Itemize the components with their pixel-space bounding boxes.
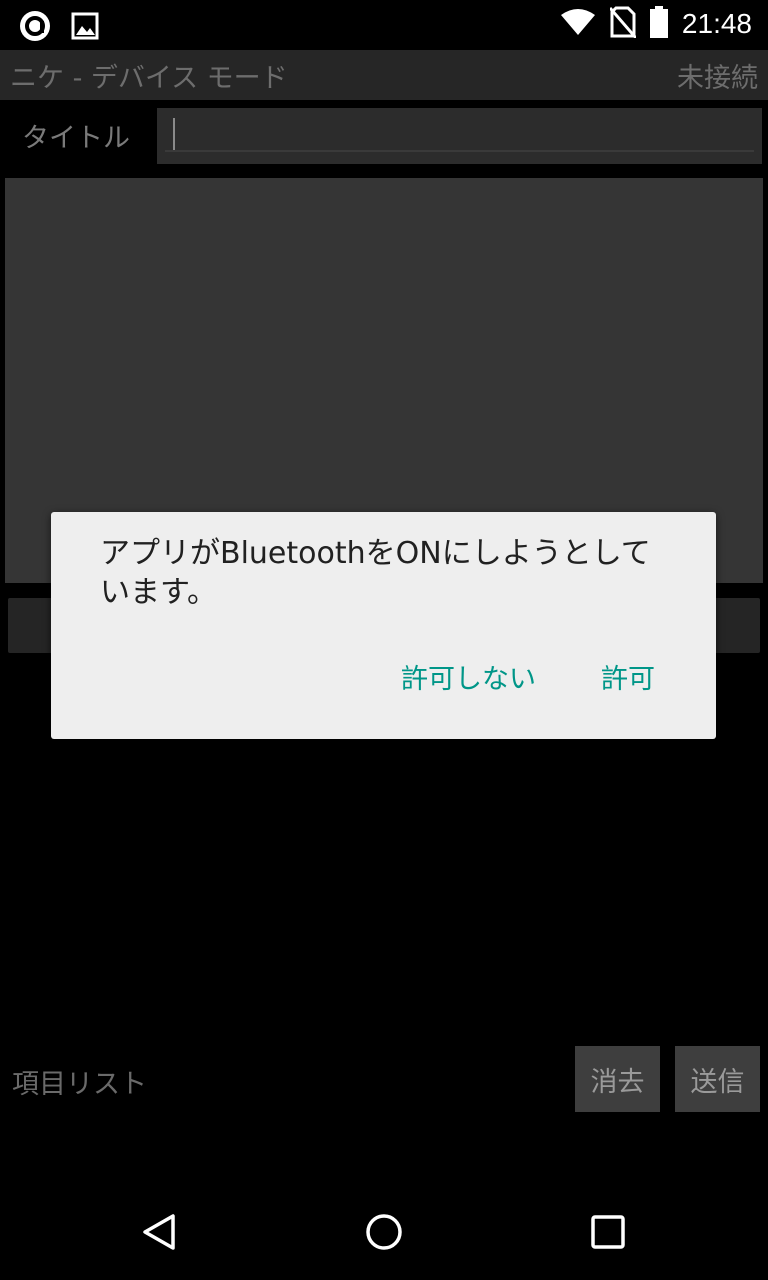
navigation-bar [0,1184,768,1280]
recents-icon [591,1215,625,1249]
send-button[interactable]: 送信 [675,1046,760,1112]
title-input[interactable] [157,108,762,164]
back-icon [143,1214,175,1250]
recents-button[interactable] [560,1184,656,1280]
clock: 21:48 [681,8,752,39]
home-icon [366,1214,402,1250]
item-list-label: 項目リスト [12,1069,147,1100]
title-label: タイトル [22,123,130,154]
action-bar: ニケ - デバイス モード 未接続 [0,50,768,100]
bluetooth-permission-dialog: アプリがBluetoothをONにしようとしています。 許可しない 許可 [51,512,716,739]
connection-status: 未接続 [677,63,758,94]
back-button[interactable] [112,1184,208,1280]
clear-button[interactable]: 消去 [575,1046,660,1112]
input-underline [165,150,754,152]
app-title: ニケ - デバイス モード [10,63,288,94]
status-bar: 21:48 [0,0,768,50]
dialog-message: アプリがBluetoothをONにしようとしています。 [100,536,651,610]
deny-button[interactable]: 許可しない [401,657,536,696]
battery-icon [649,6,668,42]
no-sim-icon [608,6,638,42]
wifi-icon [560,7,596,41]
allow-button[interactable]: 許可 [601,657,655,696]
text-caret [173,118,175,152]
home-button[interactable] [336,1184,432,1280]
app-notification-icon [18,9,52,47]
image-notification-icon [70,11,100,45]
